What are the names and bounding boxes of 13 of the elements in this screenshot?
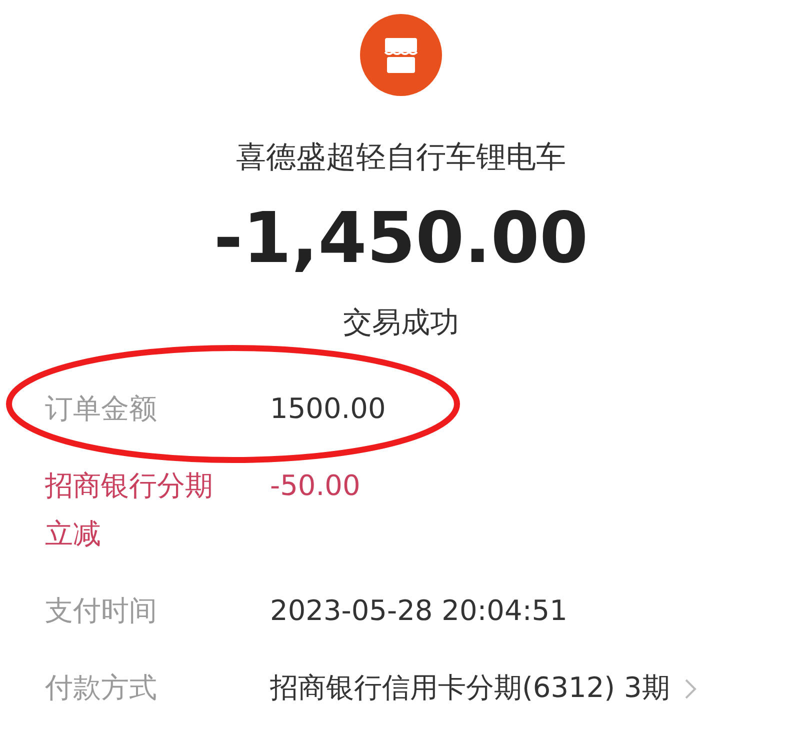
shop-icon — [360, 14, 442, 96]
merchant-name: 喜德盛超轻自行车锂电车 — [236, 139, 566, 177]
detail-value: 2023-05-28 20:04:51 — [270, 594, 568, 627]
detail-label: 招商银行分期立减 — [45, 468, 214, 552]
detail-value: 1500.00 — [270, 392, 386, 425]
detail-label: 支付时间 — [45, 593, 158, 629]
detail-value[interactable]: 招商银行信用卡分期(6312) 3期 — [270, 671, 670, 704]
transaction-status: 交易成功 — [343, 304, 459, 341]
chevron-right-icon[interactable] — [684, 678, 698, 700]
detail-label: 订单金额 — [45, 391, 158, 427]
detail-value: -50.00 — [270, 469, 360, 502]
detail-label: 付款方式 — [45, 670, 158, 706]
payment-amount: -1,450.00 — [214, 196, 588, 280]
